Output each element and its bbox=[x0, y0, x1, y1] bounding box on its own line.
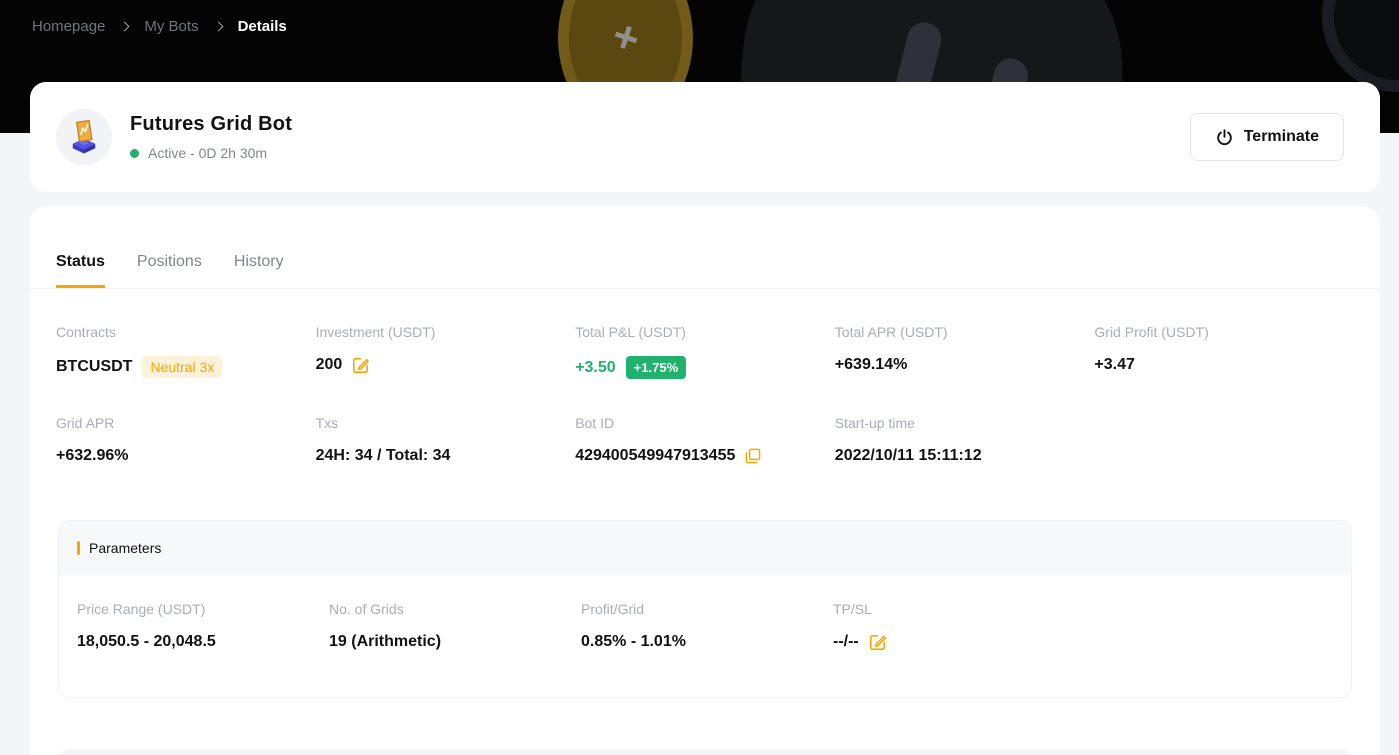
bot-id-value: 429400549947913455 bbox=[575, 447, 735, 465]
stats-grid: Contracts BTCUSDT Neutral 3x Investment … bbox=[30, 289, 1380, 465]
stat-contracts: Contracts BTCUSDT Neutral 3x bbox=[56, 324, 316, 379]
stat-label: Investment (USDT) bbox=[316, 324, 576, 340]
breadcrumb-my-bots[interactable]: My Bots bbox=[144, 18, 198, 35]
terminate-label: Terminate bbox=[1244, 128, 1319, 146]
stat-grid-profit: Grid Profit (USDT) +3.47 bbox=[1094, 324, 1354, 379]
no-of-grids-value: 19 (Arithmetic) bbox=[329, 633, 441, 651]
param-price-range: Price Range (USDT) 18,050.5 - 20,048.5 bbox=[77, 601, 329, 651]
copy-bot-id-button[interactable] bbox=[745, 448, 761, 464]
profit-grid-value: 0.85% - 1.01% bbox=[581, 633, 686, 651]
next-section-box bbox=[58, 749, 1352, 755]
param-no-of-grids: No. of Grids 19 (Arithmetic) bbox=[329, 601, 581, 651]
txs-value: 24H: 34 / Total: 34 bbox=[316, 447, 451, 465]
bot-avatar-icon bbox=[63, 116, 105, 158]
edit-tpsl-button[interactable] bbox=[869, 633, 887, 651]
page-title: Futures Grid Bot bbox=[130, 113, 292, 136]
stat-empty-cell bbox=[1094, 415, 1354, 465]
stat-label: Txs bbox=[316, 415, 576, 431]
coin-symbol-icon: + bbox=[606, 10, 646, 65]
tab-positions[interactable]: Positions bbox=[137, 253, 202, 288]
stat-label: Contracts bbox=[56, 324, 316, 340]
tab-bar: Status Positions History bbox=[30, 207, 1380, 289]
stat-grid-apr: Grid APR +632.96% bbox=[56, 415, 316, 465]
breadcrumb-homepage[interactable]: Homepage bbox=[32, 18, 105, 35]
stat-label: Total P&L (USDT) bbox=[575, 324, 835, 340]
leverage-badge: Neutral 3x bbox=[142, 356, 222, 378]
param-label: No. of Grids bbox=[329, 601, 581, 617]
param-label: TP/SL bbox=[833, 601, 1085, 617]
bot-header-info: Futures Grid Bot Active - 0D 2h 30m bbox=[130, 113, 292, 161]
startup-time-value: 2022/10/11 15:11:12 bbox=[835, 447, 982, 465]
details-card: Status Positions History Contracts BTCUS… bbox=[30, 207, 1380, 755]
pnl-percent-badge: +1.75% bbox=[626, 356, 686, 379]
edit-investment-button[interactable] bbox=[352, 356, 370, 374]
bot-header-card: Futures Grid Bot Active - 0D 2h 30m Term… bbox=[30, 82, 1380, 192]
stat-label: Grid Profit (USDT) bbox=[1094, 324, 1354, 340]
coin-illustration-right bbox=[1322, 0, 1399, 92]
grid-apr-value: +632.96% bbox=[56, 447, 129, 465]
edit-icon bbox=[352, 356, 370, 374]
contracts-value: BTCUSDT bbox=[56, 358, 132, 376]
bot-avatar bbox=[56, 109, 112, 165]
param-label: Profit/Grid bbox=[581, 601, 833, 617]
power-icon bbox=[1215, 128, 1234, 147]
param-label: Price Range (USDT) bbox=[77, 601, 329, 617]
parameters-title: Parameters bbox=[89, 540, 161, 556]
price-range-value: 18,050.5 - 20,048.5 bbox=[77, 633, 216, 651]
chevron-right-icon bbox=[213, 22, 223, 32]
stat-label: Total APR (USDT) bbox=[835, 324, 1095, 340]
chevron-right-icon bbox=[120, 22, 130, 32]
bot-status: Active - 0D 2h 30m bbox=[130, 145, 292, 161]
edit-icon bbox=[869, 633, 887, 651]
status-text: Active - 0D 2h 30m bbox=[148, 145, 267, 161]
parameters-grid: Price Range (USDT) 18,050.5 - 20,048.5 N… bbox=[59, 575, 1351, 697]
param-tpsl: TP/SL --/-- bbox=[833, 601, 1085, 651]
status-dot bbox=[130, 149, 139, 158]
breadcrumb-details: Details bbox=[238, 18, 287, 35]
parameters-section: Parameters Price Range (USDT) 18,050.5 -… bbox=[58, 520, 1352, 698]
stat-startup-time: Start-up time 2022/10/11 15:11:12 bbox=[835, 415, 1095, 465]
stat-investment: Investment (USDT) 200 bbox=[316, 324, 576, 379]
tab-status[interactable]: Status bbox=[56, 253, 105, 288]
section-accent-bar bbox=[77, 541, 80, 555]
param-profit-grid: Profit/Grid 0.85% - 1.01% bbox=[581, 601, 833, 651]
stat-txs: Txs 24H: 34 / Total: 34 bbox=[316, 415, 576, 465]
param-empty-cell bbox=[1085, 601, 1333, 651]
grid-profit-value: +3.47 bbox=[1094, 356, 1134, 374]
tab-history[interactable]: History bbox=[234, 253, 284, 288]
total-apr-value: +639.14% bbox=[835, 356, 908, 374]
stat-label: Bot ID bbox=[575, 415, 835, 431]
stat-total-apr: Total APR (USDT) +639.14% bbox=[835, 324, 1095, 379]
breadcrumb: Homepage My Bots Details bbox=[32, 18, 287, 35]
stat-total-pnl: Total P&L (USDT) +3.50 +1.75% bbox=[575, 324, 835, 379]
total-pnl-value: +3.50 bbox=[575, 359, 615, 377]
stat-label: Start-up time bbox=[835, 415, 1095, 431]
stat-label: Grid APR bbox=[56, 415, 316, 431]
tpsl-value: --/-- bbox=[833, 633, 859, 651]
investment-value: 200 bbox=[316, 356, 343, 374]
parameters-header: Parameters bbox=[59, 521, 1351, 575]
copy-icon bbox=[745, 448, 761, 464]
terminate-button[interactable]: Terminate bbox=[1190, 113, 1344, 161]
stat-bot-id: Bot ID 429400549947913455 bbox=[575, 415, 835, 465]
